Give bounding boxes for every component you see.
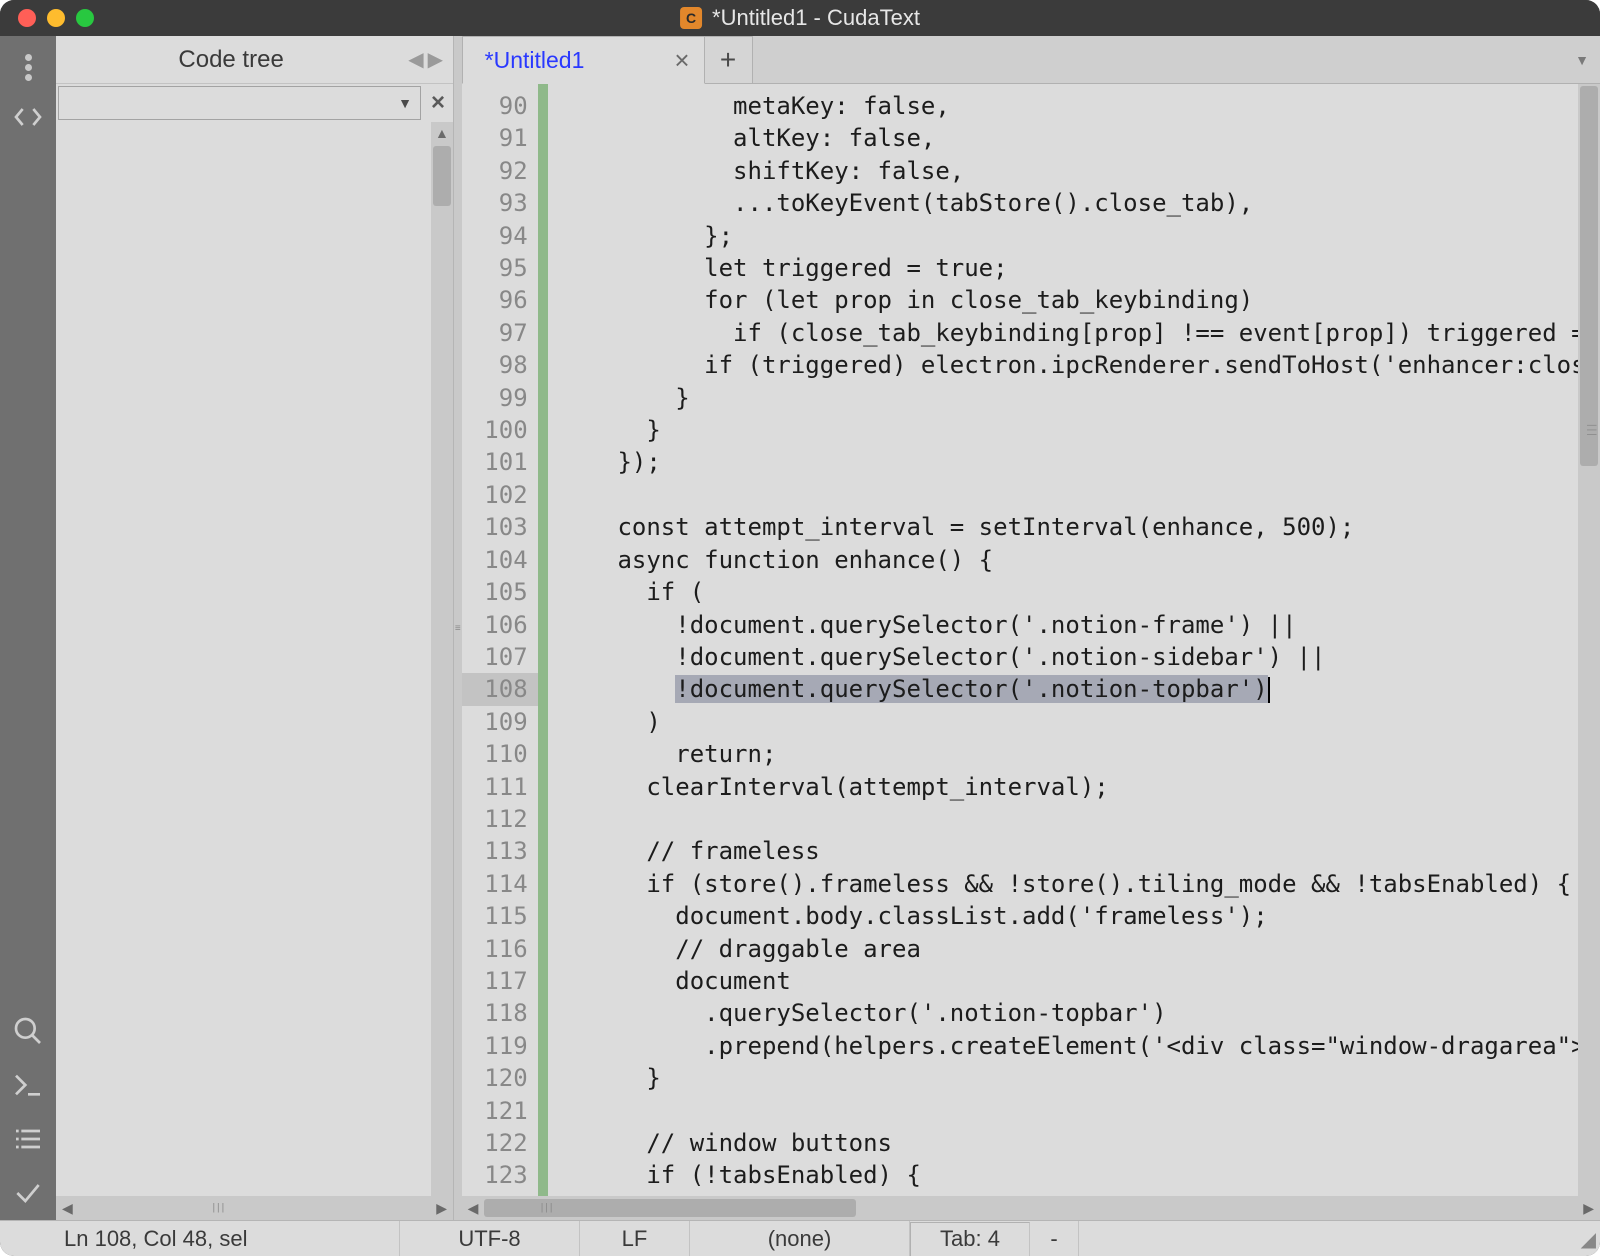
status-tab-size[interactable]: Tab: 4 bbox=[910, 1222, 1030, 1256]
activity-bar bbox=[0, 36, 56, 1220]
editor-area: *Untitled1 × + ▼ 90919293949596979899100… bbox=[462, 36, 1600, 1220]
search-button[interactable] bbox=[0, 1004, 56, 1058]
editor-vscrollbar[interactable]: ||| bbox=[1578, 84, 1600, 1196]
code-tree-button[interactable] bbox=[0, 90, 56, 144]
panel-close-button[interactable]: × bbox=[423, 89, 453, 117]
panel-nav-arrows[interactable]: ◀▶ bbox=[406, 47, 453, 72]
status-lexer[interactable]: (none) bbox=[690, 1221, 910, 1256]
sidebar-hscrollbar[interactable]: ◀ ||| ▶ bbox=[56, 1196, 453, 1220]
status-extra[interactable]: - bbox=[1030, 1221, 1079, 1256]
tab-overflow-button[interactable]: ▼ bbox=[1564, 36, 1600, 83]
window-title: *Untitled1 - CudaText bbox=[712, 5, 920, 31]
traffic-lights bbox=[18, 9, 94, 27]
text-caret bbox=[1268, 677, 1270, 703]
tab-close-icon[interactable]: × bbox=[674, 45, 689, 76]
window-resize-grip[interactable]: ◢ bbox=[1581, 1227, 1596, 1252]
app-window: C *Untitled1 - CudaText bbox=[0, 0, 1600, 1256]
status-encoding[interactable]: UTF-8 bbox=[400, 1221, 580, 1256]
code-tree-panel: Code tree ◀▶ ▼ × ▲ ◀ ||| ▶ bbox=[56, 36, 454, 1220]
console-button[interactable] bbox=[0, 1058, 56, 1112]
editor-hscrollbar[interactable]: ◀ ||| ▶ bbox=[462, 1196, 1600, 1220]
line-number-gutter[interactable]: 9091929394959697989910010110210310410510… bbox=[462, 84, 538, 1196]
code-editor[interactable]: metaKey: false, altKey: false, shiftKey:… bbox=[548, 84, 1600, 1196]
status-bar: Ln 108, Col 48, sel UTF-8 LF (none) Tab:… bbox=[0, 1220, 1600, 1256]
sidebar-vscrollbar[interactable]: ▲ bbox=[431, 122, 453, 1196]
list-button[interactable] bbox=[0, 1112, 56, 1166]
close-window-button[interactable] bbox=[18, 9, 36, 27]
minimize-window-button[interactable] bbox=[47, 9, 65, 27]
app-icon: C bbox=[680, 7, 702, 29]
tab-bar: *Untitled1 × + ▼ bbox=[462, 36, 1600, 84]
code-tree-body[interactable]: ▲ bbox=[56, 122, 453, 1196]
status-line-ending[interactable]: LF bbox=[580, 1221, 690, 1256]
splitter-handle[interactable]: ≡ bbox=[454, 36, 462, 1220]
code-tree-filter-dropdown[interactable]: ▼ bbox=[58, 86, 421, 120]
new-tab-button[interactable]: + bbox=[705, 36, 753, 84]
text-selection: !document.querySelector('.notion-topbar'… bbox=[675, 675, 1267, 703]
window-title-group: C *Untitled1 - CudaText bbox=[680, 5, 920, 31]
check-button[interactable] bbox=[0, 1166, 56, 1220]
menu-button[interactable] bbox=[0, 36, 56, 90]
titlebar: C *Untitled1 - CudaText bbox=[0, 0, 1600, 36]
panel-title: Code tree bbox=[56, 46, 406, 74]
maximize-window-button[interactable] bbox=[76, 9, 94, 27]
status-cursor-pos[interactable]: Ln 108, Col 48, sel bbox=[0, 1221, 400, 1256]
fold-strip[interactable] bbox=[538, 84, 548, 1196]
tab-untitled1[interactable]: *Untitled1 × bbox=[462, 36, 705, 84]
tab-label: *Untitled1 bbox=[485, 47, 585, 74]
